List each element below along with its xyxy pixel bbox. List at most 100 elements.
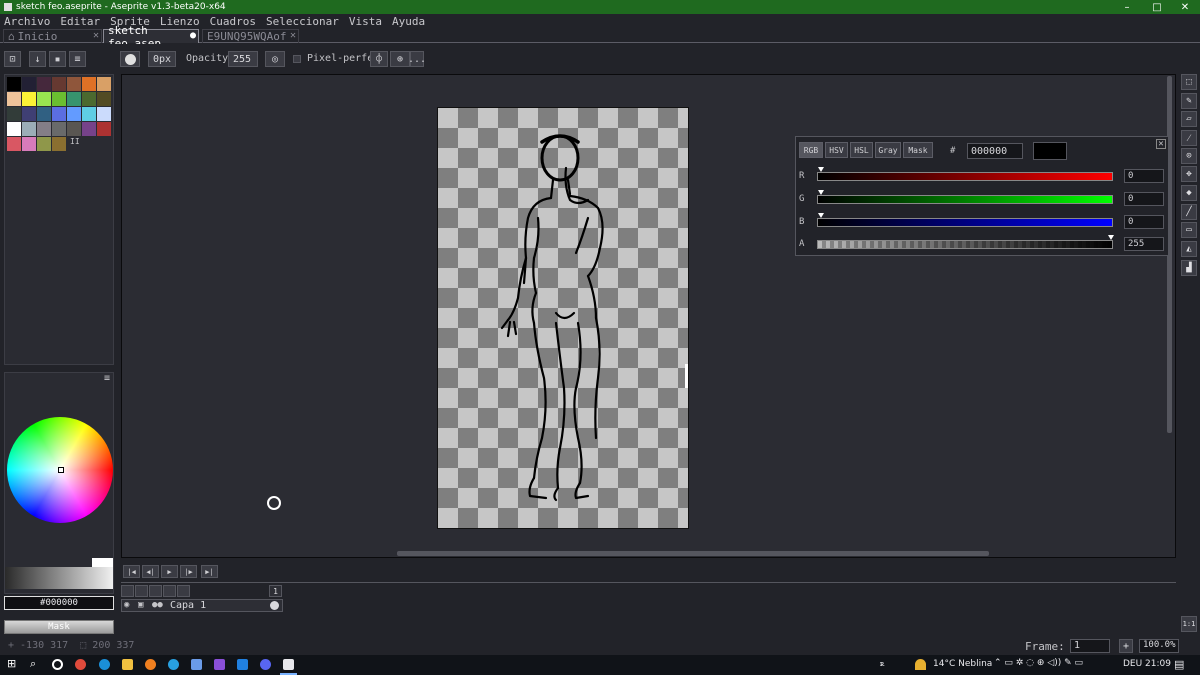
frame-input[interactable]: 1 [1070, 639, 1110, 653]
ink-icon[interactable]: ◎ [265, 51, 285, 67]
palette-swatch[interactable] [52, 92, 66, 106]
maximize-button[interactable]: □ [1142, 0, 1172, 14]
palette-swatch[interactable] [67, 122, 81, 136]
menu-seleccionar[interactable]: Seleccionar [266, 15, 339, 28]
palette-swatch[interactable] [22, 122, 36, 136]
slider-thumb[interactable] [818, 190, 824, 195]
link-icon[interactable]: ●● [152, 600, 163, 610]
foreground-color-hex[interactable]: #000000 [4, 596, 114, 610]
more-options-button[interactable]: ... [408, 51, 426, 67]
opacity-field[interactable]: 255 [228, 51, 258, 67]
line-tool-icon[interactable]: ╱ [1181, 204, 1197, 220]
palette-swatch[interactable] [97, 122, 111, 136]
mode-gray-tab[interactable]: Gray [875, 142, 901, 158]
telegram-icon[interactable] [168, 659, 179, 670]
palette-swatch[interactable] [52, 122, 66, 136]
palette-swatch[interactable] [22, 107, 36, 121]
color-picker-marker[interactable] [58, 467, 64, 473]
palette-swatch[interactable] [67, 77, 81, 91]
mode-hsv-tab[interactable]: HSV [825, 142, 848, 158]
palette-swatch[interactable] [7, 77, 21, 91]
palette-swatch[interactable] [52, 77, 66, 91]
sprite-canvas[interactable] [437, 107, 689, 529]
first-frame-button[interactable]: |◀ [123, 565, 140, 578]
tab-close-icon[interactable]: ✕ [93, 30, 99, 41]
palette-swatch[interactable] [52, 107, 66, 121]
tab-close-icon[interactable]: ✕ [290, 30, 296, 41]
tab-image[interactable]: E9UNQ95WQAof ✕ [202, 29, 299, 43]
slider-thumb[interactable] [818, 167, 824, 172]
browser-icon[interactable] [145, 659, 156, 670]
layer-name[interactable]: Capa 1 [170, 600, 206, 611]
task-view-icon[interactable] [52, 659, 63, 670]
people-icon[interactable]: ꭱ [880, 659, 884, 669]
palette-swatch[interactable] [37, 137, 51, 151]
frame-header[interactable]: 1 [269, 585, 282, 597]
palette-swatch[interactable] [97, 107, 111, 121]
red-slider[interactable] [817, 167, 1113, 181]
menu-vista[interactable]: Vista [349, 15, 382, 28]
last-frame-button[interactable]: ▶| [201, 565, 218, 578]
mode-hsl-tab[interactable]: HSL [850, 142, 873, 158]
palette-swatch[interactable] [67, 92, 81, 106]
palette-swatch[interactable] [82, 92, 96, 106]
visibility-header-icon[interactable] [121, 585, 134, 597]
palette-swatch[interactable] [22, 137, 36, 151]
mode-mask-tab[interactable]: Mask [903, 142, 933, 158]
zoom-tool-icon[interactable]: ⊙ [1181, 148, 1197, 164]
cel-marker[interactable] [270, 601, 279, 610]
palette-swatch[interactable] [37, 122, 51, 136]
aseprite-taskbar-icon[interactable] [283, 659, 294, 670]
palette-swatch[interactable] [82, 77, 96, 91]
palette-swatch[interactable] [37, 107, 51, 121]
palette-swatch[interactable] [97, 77, 111, 91]
palette-swatch[interactable] [97, 92, 111, 106]
white-swatch[interactable] [92, 558, 113, 567]
palette-swatch[interactable] [7, 107, 21, 121]
palette-swatch[interactable] [82, 107, 96, 121]
fill-tool-icon[interactable]: ◆ [1181, 185, 1197, 201]
brush-type-button[interactable] [120, 51, 140, 67]
search-icon[interactable]: ⌕ [30, 657, 41, 670]
menu-editar[interactable]: Editar [60, 15, 100, 28]
color-wheel[interactable] [7, 417, 113, 523]
symmetry-vertical-icon[interactable]: ⌽ [370, 51, 388, 67]
zoom-field[interactable]: 100.0% [1139, 639, 1179, 653]
palette-swatch[interactable] [67, 107, 81, 121]
palette-menu-icon[interactable]: ≡ [69, 51, 86, 67]
eye-icon[interactable]: ◉ [124, 600, 129, 610]
blue-slider[interactable] [817, 213, 1113, 227]
close-icon[interactable]: ✕ [1156, 139, 1166, 149]
menu-cuadros[interactable]: Cuadros [210, 15, 256, 28]
minimize-button[interactable]: – [1112, 0, 1142, 14]
next-frame-button[interactable]: |▶ [180, 565, 197, 578]
brush-size-field[interactable]: 0px [148, 51, 176, 67]
palette-swatch[interactable] [7, 137, 21, 151]
down-arrow-icon[interactable]: ↓ [29, 51, 46, 67]
eraser-tool-icon[interactable]: ▱ [1181, 111, 1197, 127]
rectangle-tool-icon[interactable]: ▭ [1181, 222, 1197, 238]
keyboard-language[interactable]: DEU [1123, 659, 1142, 669]
slider-thumb[interactable] [818, 213, 824, 218]
tab-sketch-feo[interactable]: sketch feo.asep ● [103, 24, 199, 50]
close-button[interactable]: ✕ [1170, 0, 1200, 14]
layer-row[interactable]: ◉ ▣ ●● Capa 1 [121, 599, 283, 612]
preview-1to1-icon[interactable]: 1:1 [1181, 616, 1197, 632]
mask-color-button[interactable]: Mask [4, 620, 114, 634]
discord-icon[interactable] [260, 659, 271, 670]
palette-swatch[interactable] [7, 92, 21, 106]
palette-swatch[interactable] [22, 77, 36, 91]
color-panel-menu-icon[interactable]: ≡ [104, 373, 110, 384]
clock[interactable]: 21:09 [1145, 659, 1171, 669]
horizontal-scrollbar[interactable] [397, 551, 989, 556]
marquee-tool-icon[interactable]: ⬚ [1181, 74, 1197, 90]
previous-frame-button[interactable]: ◀| [142, 565, 159, 578]
chrome-icon[interactable] [75, 659, 86, 670]
menu-ayuda[interactable]: Ayuda [392, 15, 425, 28]
palette-swatch[interactable] [22, 92, 36, 106]
lock-header-icon[interactable] [135, 585, 148, 597]
palette-swatch[interactable] [82, 122, 96, 136]
hex-input[interactable]: 000000 [967, 143, 1023, 159]
windows-start-icon[interactable]: ⊞ [7, 657, 18, 670]
paint-icon[interactable] [191, 659, 202, 670]
